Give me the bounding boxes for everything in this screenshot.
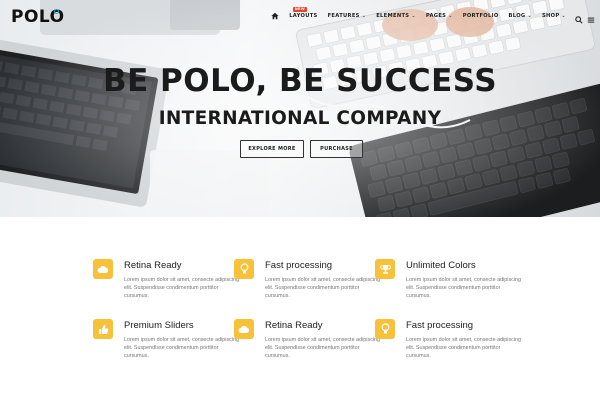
lightbulb-icon	[234, 259, 254, 279]
explore-more-button[interactable]: EXPLORE MORE	[240, 140, 304, 158]
nav-home[interactable]	[271, 12, 279, 20]
nav-item-elements[interactable]: ELEMENTS ⌄	[376, 13, 416, 19]
feature-fast-processing-2: Fast processing Lorem ipsum dolor sit am…	[375, 319, 521, 369]
feature-retina-ready: Retina Ready Lorem ipsum dolor sit amet,…	[93, 259, 239, 309]
purchase-button[interactable]: PURCHASE	[310, 140, 363, 158]
top-navbar: POLO NEW LAYOUTS FEATURES ⌄ ELEMENTS ⌄ P…	[0, 0, 600, 34]
nav-item-features[interactable]: FEATURES ⌄	[328, 13, 367, 19]
nav-item-label: PAGES	[425, 13, 447, 19]
nav-item-layouts[interactable]: NEW LAYOUTS	[289, 7, 318, 19]
feature-retina-ready-2: Retina Ready Lorem ipsum dolor sit amet,…	[234, 319, 380, 369]
feature-text: Lorem ipsum dolor sit amet, consecte adi…	[265, 337, 381, 360]
nav-item-label: LAYOUTS	[289, 13, 318, 19]
feature-text: Lorem ipsum dolor sit amet, consecte adi…	[124, 277, 240, 300]
trophy-icon	[375, 259, 395, 279]
nav-item-label: FEATURES	[327, 13, 360, 19]
nav-item-label: ELEMENTS	[376, 13, 410, 19]
nav-item-shop[interactable]: SHOP ⌄	[542, 13, 566, 19]
home-icon	[271, 12, 279, 20]
feature-text: Lorem ipsum dolor sit amet, consecte adi…	[406, 277, 522, 300]
hero-title: BE POLO, BE SUCCESS	[102, 63, 498, 99]
feature-fast-processing: Fast processing Lorem ipsum dolor sit am…	[234, 259, 380, 309]
search-icon[interactable]	[575, 11, 583, 29]
feature-title: Premium Sliders	[124, 320, 194, 331]
feature-text: Lorem ipsum dolor sit amet, consecte adi…	[124, 337, 240, 360]
chevron-down-icon: ⌄	[361, 13, 367, 19]
cloud-icon	[93, 259, 113, 279]
lightbulb-icon	[375, 319, 395, 339]
nav-item-label: SHOP	[542, 13, 560, 19]
nav-tools	[571, 11, 595, 29]
nav-item-blog[interactable]: BLOG ⌄	[509, 13, 532, 19]
nav-item-pages[interactable]: PAGES ⌄	[426, 13, 453, 19]
nav-item-portfolio[interactable]: PORTFOLIO	[463, 13, 499, 19]
feature-title: Unlimited Colors	[406, 260, 476, 271]
menu-icon[interactable]	[587, 11, 595, 29]
nav-item-label: BLOG	[508, 13, 526, 19]
feature-title: Fast processing	[265, 260, 333, 271]
nav-item-label: PORTFOLIO	[462, 13, 499, 19]
hero-section: POLO NEW LAYOUTS FEATURES ⌄ ELEMENTS ⌄ P…	[0, 0, 600, 217]
feature-text: Lorem ipsum dolor sit amet, consecte adi…	[265, 277, 381, 300]
chevron-down-icon: ⌄	[527, 13, 532, 19]
chevron-down-icon: ⌄	[561, 13, 566, 19]
chevron-down-icon: ⌄	[448, 13, 453, 19]
feature-title: Retina Ready	[124, 260, 182, 271]
thumbs-up-icon	[93, 319, 113, 339]
feature-title: Fast processing	[406, 320, 474, 331]
chevron-down-icon: ⌄	[411, 13, 416, 19]
feature-title: Retina Ready	[265, 320, 323, 331]
feature-premium-sliders: Premium Sliders Lorem ipsum dolor sit am…	[93, 319, 239, 369]
logo-dot	[54, 9, 59, 14]
feature-text: Lorem ipsum dolor sit amet, consecte adi…	[406, 337, 522, 360]
hero-subtitle: INTERNATIONAL COMPANY	[158, 108, 442, 129]
feature-unlimited-colors: Unlimited Colors Lorem ipsum dolor sit a…	[375, 259, 521, 309]
main-menu: NEW LAYOUTS FEATURES ⌄ ELEMENTS ⌄ PAGES …	[261, 7, 566, 20]
new-badge: NEW	[293, 7, 307, 12]
cloud-icon	[234, 319, 254, 339]
